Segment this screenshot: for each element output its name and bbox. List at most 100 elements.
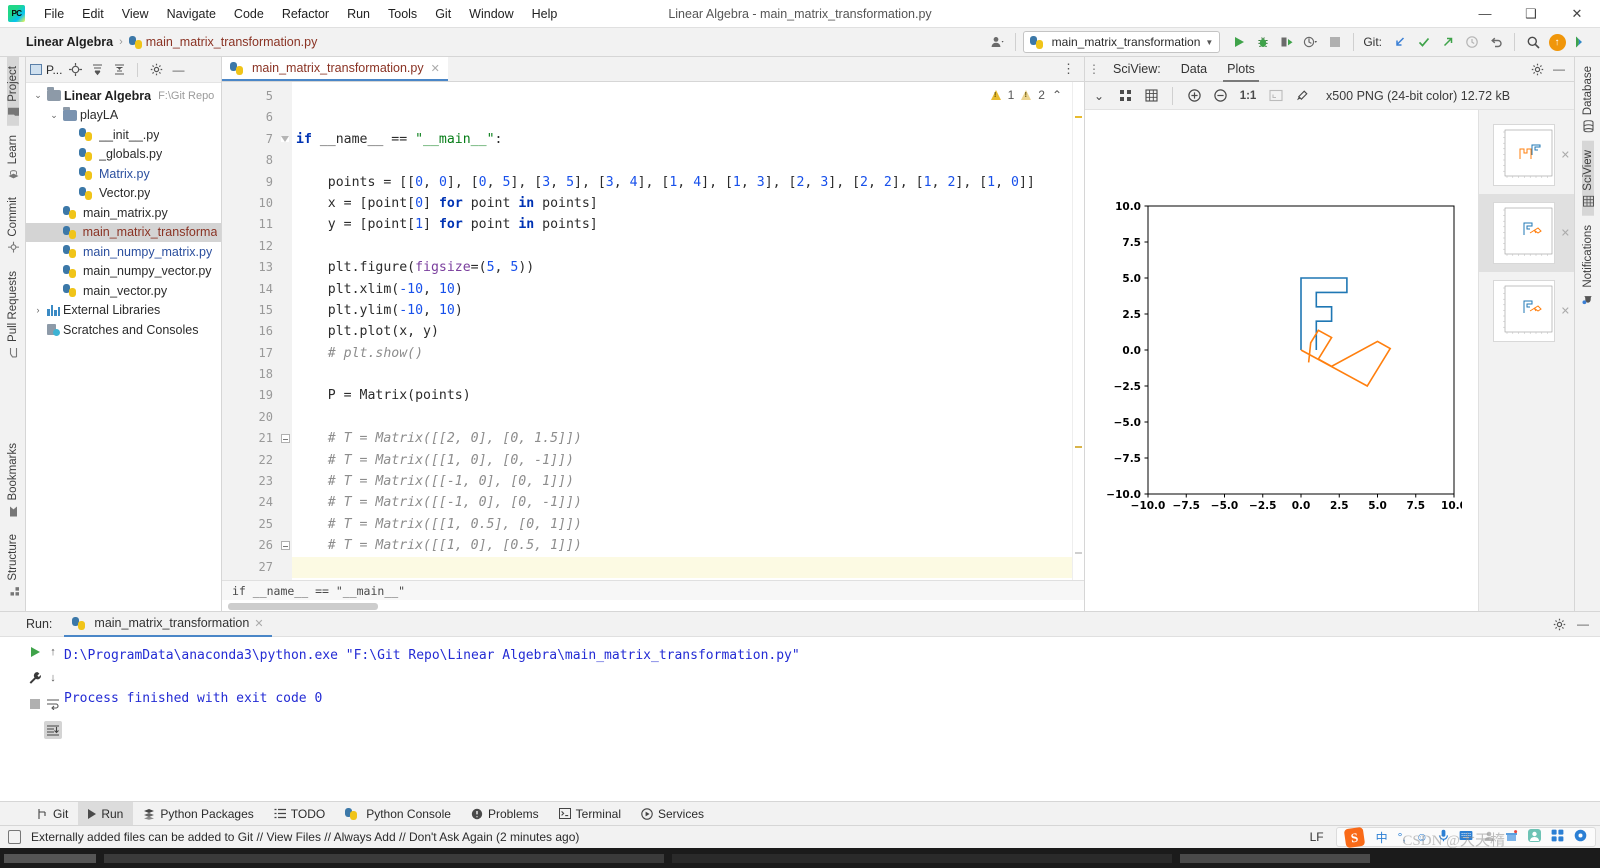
menu-refactor[interactable]: Refactor bbox=[273, 3, 338, 25]
editor-horizontal-scrollbar[interactable] bbox=[222, 600, 1084, 611]
plot-thumbnail[interactable]: ✕ bbox=[1479, 272, 1574, 350]
code-line[interactable] bbox=[292, 150, 1072, 171]
breadcrumb-file[interactable]: main_matrix_transformation.py bbox=[146, 35, 318, 49]
menu-window[interactable]: Window bbox=[460, 3, 522, 25]
zoom-out-icon[interactable] bbox=[1210, 86, 1230, 106]
search-icon[interactable] bbox=[1522, 31, 1544, 53]
ime-mode-icon[interactable]: 中 bbox=[1376, 829, 1388, 846]
maximize-button[interactable]: ❑ bbox=[1508, 0, 1554, 27]
gear-icon[interactable] bbox=[1528, 60, 1546, 78]
line-number[interactable]: 14 bbox=[222, 279, 278, 300]
close-icon[interactable]: ✕ bbox=[1561, 305, 1570, 318]
history-icon[interactable] bbox=[1461, 31, 1483, 53]
fold-collapse-icon[interactable] bbox=[280, 434, 290, 444]
drag-handle-icon[interactable]: ⋮ bbox=[1085, 62, 1103, 76]
settings-icon[interactable] bbox=[1574, 829, 1587, 845]
code-line[interactable]: # plt.show() bbox=[292, 343, 1072, 364]
git-push-icon[interactable] bbox=[1437, 31, 1459, 53]
line-number[interactable]: 18 bbox=[222, 364, 278, 385]
fold-collapse-icon[interactable] bbox=[281, 136, 289, 143]
git-update-icon[interactable] bbox=[1389, 31, 1411, 53]
code-line[interactable]: # T = Matrix([[1, 0.5], [0, 1]]) bbox=[292, 514, 1072, 535]
menu-help[interactable]: Help bbox=[523, 3, 567, 25]
code-line[interactable] bbox=[292, 86, 1072, 107]
code-line[interactable] bbox=[292, 364, 1072, 385]
editor-gutter[interactable]: 5 6 7 8 9 10 11 12 13 14 15 16 17 18 19 20 21 22 23 24 25 26 2… bbox=[222, 82, 292, 580]
stop-icon[interactable] bbox=[26, 695, 44, 713]
line-number[interactable]: 9 bbox=[222, 172, 278, 193]
tool-window-button-notifications[interactable]: Notifications bbox=[1582, 216, 1594, 314]
menu-git[interactable]: Git bbox=[426, 3, 460, 25]
tree-node-linear-algebra[interactable]: ⌄ Linear Algebra F:\Git Repo bbox=[26, 86, 221, 106]
code-line[interactable]: # T = Matrix([[1, 0], [0, -1]]) bbox=[292, 450, 1072, 471]
code-line[interactable]: # T = Matrix([[-1, 0], [0, 1]]) bbox=[292, 471, 1072, 492]
line-number[interactable]: 8 bbox=[222, 150, 278, 171]
tree-node-main-vector-py[interactable]: main_vector.py bbox=[26, 281, 221, 301]
tool-window-tab-python-console[interactable]: Python Console bbox=[335, 802, 461, 825]
taskbar-item[interactable] bbox=[1180, 853, 1370, 863]
tree-node-matrix-py[interactable]: Matrix.py bbox=[26, 164, 221, 184]
menu-run[interactable]: Run bbox=[338, 3, 379, 25]
expand-all-icon[interactable] bbox=[88, 61, 106, 79]
menu-code[interactable]: Code bbox=[225, 3, 273, 25]
tree-node-main-matrix-transformat[interactable]: main_matrix_transformat bbox=[26, 222, 221, 242]
run-coverage-icon[interactable] bbox=[1276, 31, 1298, 53]
code-line[interactable]: plt.figure(figsize=(5, 5)) bbox=[292, 257, 1072, 278]
actual-size-button[interactable]: 1:1 bbox=[1236, 86, 1260, 106]
more-icon[interactable] bbox=[1570, 31, 1592, 53]
tool-window-button-database[interactable]: Database bbox=[1582, 57, 1594, 141]
tree-node-vector-py[interactable]: Vector.py bbox=[26, 184, 221, 204]
fit-window-icon[interactable] bbox=[1266, 86, 1286, 106]
code-line[interactable]: P = Matrix(points) bbox=[292, 385, 1072, 406]
code-line[interactable]: plt.xlim(-10, 10) bbox=[292, 279, 1072, 300]
eyedropper-icon[interactable] bbox=[1292, 86, 1312, 106]
inspection-widget[interactable]: 1 2 ⌃ bbox=[990, 88, 1062, 102]
project-panel-title[interactable]: P... bbox=[30, 63, 62, 77]
line-number[interactable]: 11 bbox=[222, 214, 278, 235]
run-icon[interactable] bbox=[1228, 31, 1250, 53]
tool-window-button-structure[interactable]: Structure bbox=[7, 525, 19, 605]
close-button[interactable]: ✕ bbox=[1554, 0, 1600, 27]
plot-thumbnail[interactable]: ✕ bbox=[1479, 116, 1574, 194]
tab-plots[interactable]: Plots bbox=[1217, 57, 1265, 82]
keyboard-icon[interactable] bbox=[1459, 830, 1473, 844]
code-line[interactable] bbox=[292, 236, 1072, 257]
collapse-all-icon[interactable] bbox=[110, 61, 128, 79]
tool-window-button-commit[interactable]: Commit bbox=[7, 188, 19, 262]
chevron-up-icon[interactable]: ⌃ bbox=[1052, 88, 1062, 102]
code-line[interactable]: # T = Matrix([[1, 0], [0.5, 1]]) bbox=[292, 535, 1072, 556]
tree-node-init-py[interactable]: __init__.py bbox=[26, 125, 221, 145]
line-number[interactable]: 15 bbox=[222, 300, 278, 321]
editor-fold-column[interactable] bbox=[278, 82, 292, 580]
line-number[interactable]: 5 bbox=[222, 86, 278, 107]
status-message[interactable]: Externally added files can be added to G… bbox=[31, 830, 579, 844]
sogou-logo-icon[interactable]: S bbox=[1343, 826, 1365, 848]
code-line[interactable] bbox=[292, 556, 1072, 578]
ime-punctuation-icon[interactable]: °, bbox=[1398, 830, 1406, 844]
line-number[interactable]: 19 bbox=[222, 385, 278, 406]
hide-icon[interactable]: — bbox=[1550, 60, 1568, 78]
editor-tab[interactable]: main_matrix_transformation.py ✕ bbox=[222, 57, 448, 81]
tree-node-main-matrix-py[interactable]: main_matrix.py bbox=[26, 203, 221, 223]
event-log-icon[interactable] bbox=[8, 830, 21, 844]
tree-twisty-icon[interactable]: › bbox=[32, 305, 44, 315]
plot-canvas[interactable]: 10.0 7.5 5.0 2.5 0.0 −2.5 −5.0 −7.5 −10.0 −10.0 −7… bbox=[1085, 110, 1478, 611]
plot-thumbnail[interactable]: ✕ bbox=[1479, 194, 1574, 272]
close-icon[interactable]: ✕ bbox=[431, 62, 440, 75]
chevron-down-icon[interactable]: ⌄ bbox=[1089, 86, 1109, 106]
gift-icon[interactable] bbox=[1505, 829, 1518, 845]
user-icon[interactable] bbox=[1483, 830, 1495, 845]
line-number[interactable]: 25 bbox=[222, 514, 278, 535]
run-console-output[interactable]: D:\ProgramData\anaconda3\python.exe "F:\… bbox=[56, 637, 1600, 801]
line-number[interactable]: 7 bbox=[222, 129, 292, 150]
hide-icon[interactable]: — bbox=[169, 61, 187, 79]
line-number[interactable]: 10 bbox=[222, 193, 278, 214]
tree-twisty-icon[interactable]: ⌄ bbox=[32, 90, 44, 101]
line-number[interactable]: 27 bbox=[222, 557, 278, 578]
close-icon[interactable]: ✕ bbox=[1561, 149, 1570, 162]
code-line[interactable]: if __name__ == "__main__": bbox=[292, 129, 1072, 150]
tree-node-globals-py[interactable]: _globals.py bbox=[26, 145, 221, 165]
tool-window-tab-git[interactable]: Git bbox=[26, 802, 78, 825]
tool-window-button-learn[interactable]: Learn bbox=[7, 126, 19, 188]
line-number[interactable]: 21 bbox=[222, 428, 278, 449]
